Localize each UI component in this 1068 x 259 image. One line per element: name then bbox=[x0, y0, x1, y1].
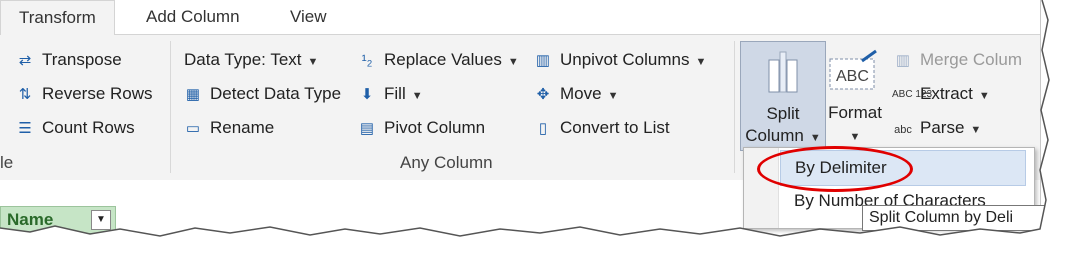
chevron-down-icon: ▼ bbox=[411, 90, 423, 102]
replace-values-dropdown[interactable]: ¹₂ Replace Values ▼ bbox=[356, 47, 519, 73]
detect-data-type-icon: ▦ bbox=[185, 86, 201, 103]
data-type-dropdown[interactable]: Data Type: Text ▼ bbox=[184, 47, 318, 73]
reverse-rows-button[interactable]: ⇅ Reverse Rows bbox=[14, 81, 153, 107]
move-dropdown[interactable]: ✥ Move ▼ bbox=[532, 81, 619, 107]
merge-columns-button[interactable]: ▥ Merge Colum bbox=[892, 47, 1022, 73]
pivot-column-button[interactable]: ▤ Pivot Column bbox=[356, 115, 485, 141]
extract-icon: ABC 123 bbox=[892, 89, 933, 101]
convert-to-list-button[interactable]: ▯ Convert to List bbox=[532, 115, 670, 141]
chevron-down-icon: ▼ bbox=[507, 56, 519, 68]
chevron-down-icon: ▼ bbox=[307, 56, 319, 68]
parse-icon: abc bbox=[894, 124, 912, 136]
count-rows-button[interactable]: ☰ Count Rows bbox=[14, 115, 134, 141]
chevron-down-icon: ▼ bbox=[978, 90, 990, 102]
svg-text:ABC: ABC bbox=[836, 68, 869, 85]
highlight-circle-annotation bbox=[757, 146, 913, 192]
chevron-down-icon: ▼ bbox=[809, 132, 821, 144]
transpose-icon: ⇄ bbox=[18, 52, 32, 69]
parse-dropdown[interactable]: abc Parse ▼ bbox=[892, 115, 981, 141]
rename-icon: ▭ bbox=[185, 120, 201, 137]
fill-dropdown[interactable]: ⬇ Fill ▼ bbox=[356, 81, 423, 107]
merge-columns-icon: ▥ bbox=[895, 52, 911, 69]
chevron-down-icon: ▼ bbox=[607, 90, 619, 102]
format-button[interactable]: ABC Format ▼ bbox=[824, 41, 886, 149]
filter-dropdown-icon[interactable]: ▼ bbox=[91, 210, 111, 230]
detect-data-type-button[interactable]: ▦ Detect Data Type bbox=[182, 81, 341, 107]
reverse-rows-icon: ⇅ bbox=[18, 86, 32, 103]
chevron-down-icon: ▼ bbox=[695, 56, 707, 68]
rename-button[interactable]: ▭ Rename bbox=[182, 115, 274, 141]
chevron-down-icon: ▼ bbox=[970, 124, 982, 136]
convert-to-list-icon: ▯ bbox=[538, 120, 548, 137]
chevron-down-icon: ▼ bbox=[849, 131, 861, 143]
count-rows-icon: ☰ bbox=[18, 120, 32, 137]
fill-down-icon: ⬇ bbox=[360, 86, 374, 103]
tooltip: Split Column by Deli bbox=[862, 205, 1050, 231]
group-divider bbox=[170, 41, 171, 173]
ribbon-tab-bar: Transform Add Column View bbox=[0, 0, 1040, 36]
power-query-window: Transform Add Column View ⇄ Transpose ⇅ Re… bbox=[0, 0, 1050, 234]
format-abc-icon: ABC bbox=[829, 49, 877, 90]
move-icon: ✥ bbox=[536, 86, 550, 103]
tab-view[interactable]: View bbox=[290, 0, 327, 34]
any-column-group-label: Any Column bbox=[400, 153, 493, 172]
tab-transform[interactable]: Transform bbox=[0, 0, 115, 36]
replace-values-icon: ¹₂ bbox=[361, 52, 373, 69]
unpivot-columns-icon: ▥ bbox=[535, 52, 551, 69]
tab-add-column[interactable]: Add Column bbox=[146, 0, 240, 34]
pivot-column-icon: ▤ bbox=[359, 120, 375, 137]
column-header-name[interactable]: Name ▼ bbox=[0, 206, 116, 234]
extract-dropdown[interactable]: ABC 123Extract ▼ bbox=[892, 81, 990, 107]
group-divider bbox=[734, 41, 735, 173]
split-column-icon bbox=[768, 51, 798, 93]
unpivot-columns-dropdown[interactable]: ▥ Unpivot Columns ▼ bbox=[532, 47, 706, 73]
split-column-button[interactable]: Split Column ▼ bbox=[740, 41, 826, 151]
table-group-label: le bbox=[0, 153, 14, 172]
transpose-button[interactable]: ⇄ Transpose bbox=[14, 47, 122, 73]
